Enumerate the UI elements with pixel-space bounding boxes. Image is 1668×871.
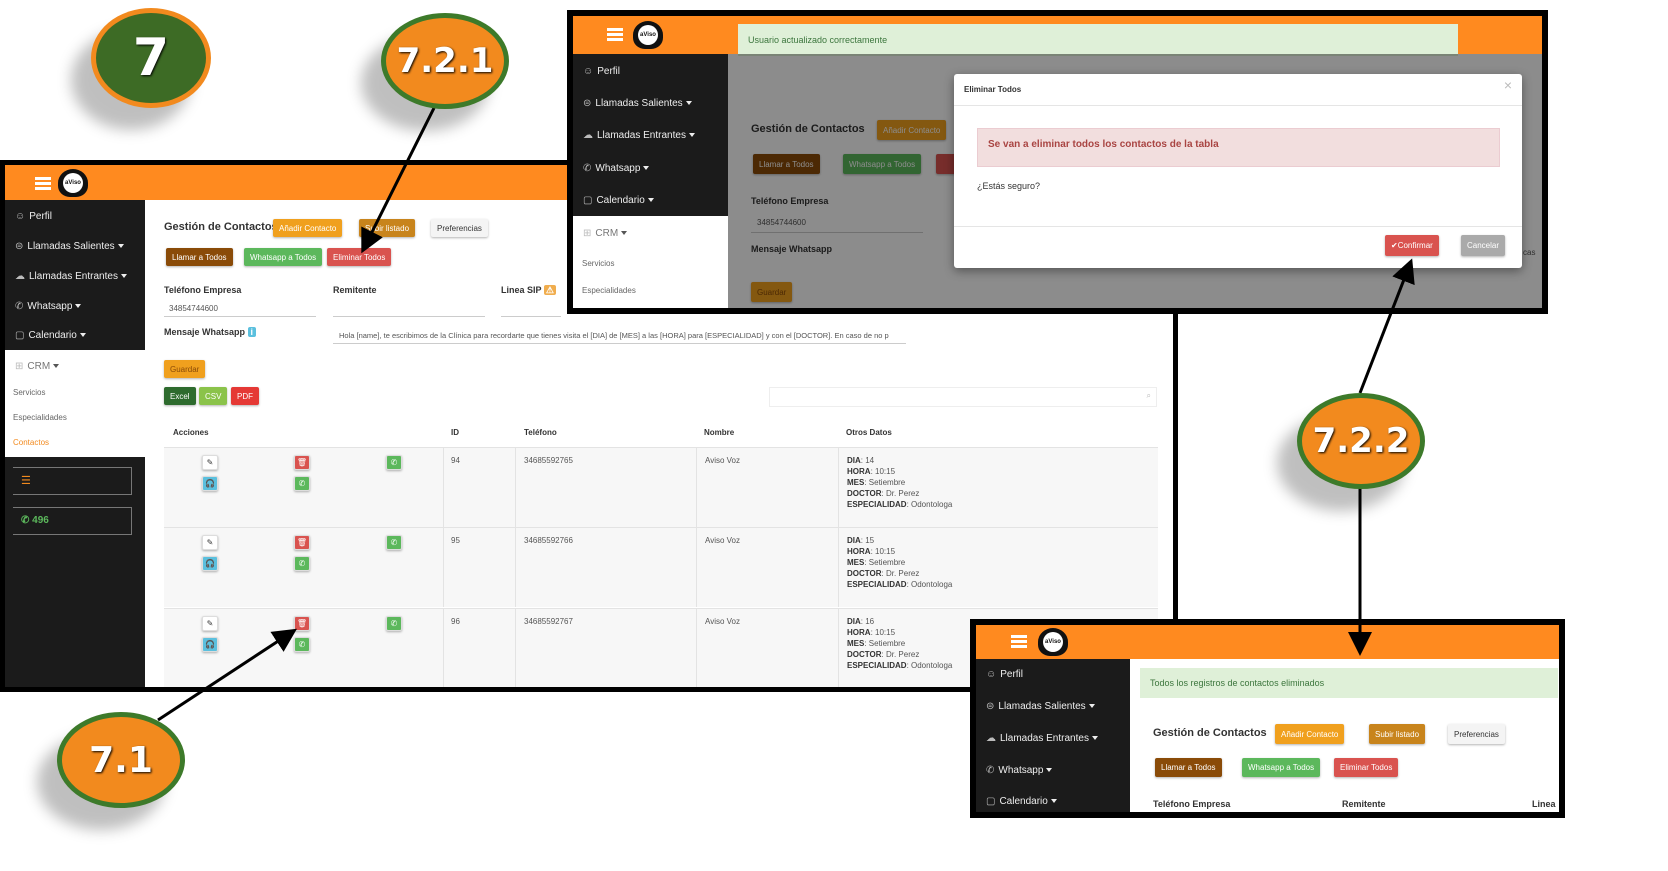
step-badge-7-2-1: 7.2.1: [381, 13, 509, 109]
step-badge-7-1: 7.1: [57, 712, 185, 808]
step-badge-7-2-2: 7.2.2: [1297, 393, 1425, 489]
arrow-7-1: [157, 628, 298, 722]
arrow-7-2-2-up: [1358, 258, 1415, 394]
arrow-7-2-1: [361, 107, 436, 254]
step-badge-7: 7: [91, 8, 211, 108]
